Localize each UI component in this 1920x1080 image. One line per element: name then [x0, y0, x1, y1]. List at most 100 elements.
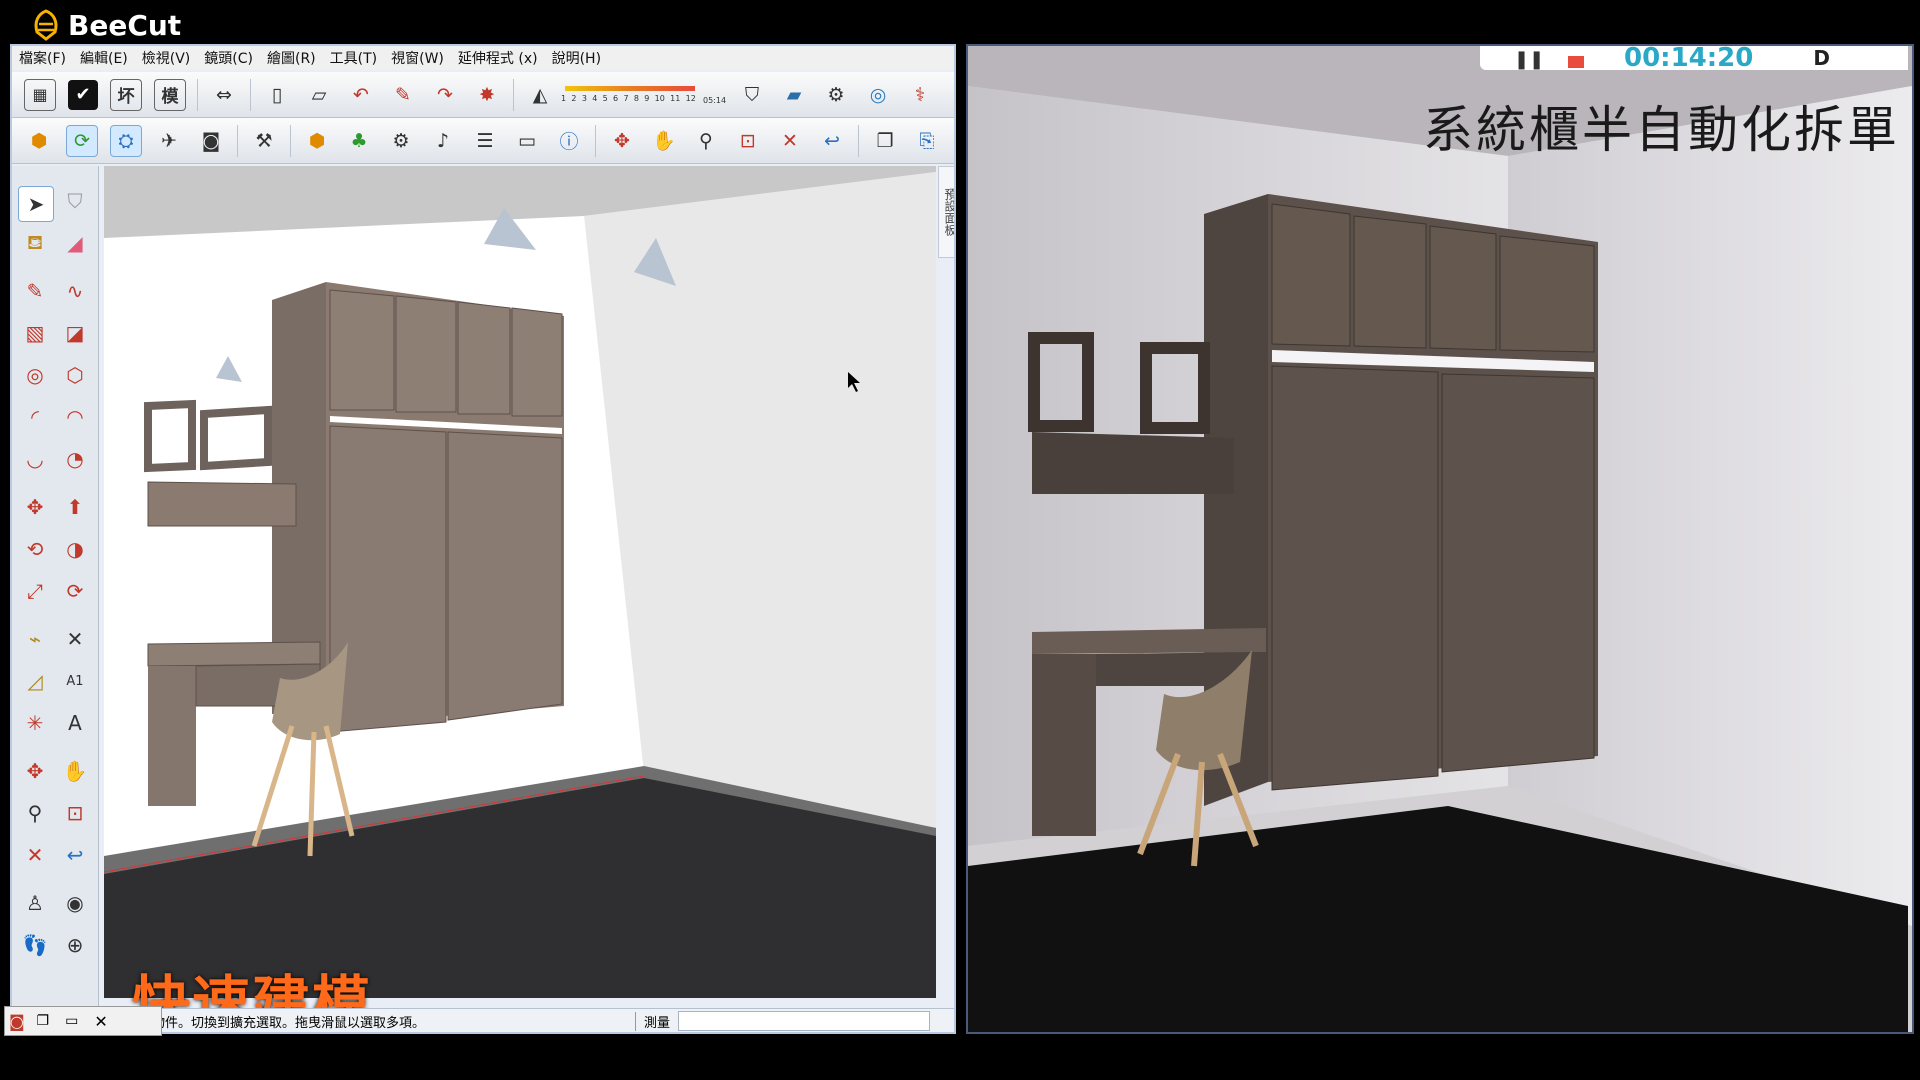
render-upper-door: [1353, 215, 1427, 349]
hammer-icon[interactable]: ⚒: [249, 126, 279, 156]
three-point-arc-icon[interactable]: ◡: [18, 442, 52, 476]
menu-edit[interactable]: 編輯(E): [73, 48, 135, 68]
text-tool-icon[interactable]: A1: [58, 664, 92, 698]
app-icon[interactable]: ◙: [9, 1012, 25, 1031]
axes-icon[interactable]: ✳: [18, 706, 52, 740]
layer-icon[interactable]: ⛭: [110, 124, 142, 157]
menu-extensions[interactable]: 延伸程式 (x): [451, 48, 545, 68]
menu-camera[interactable]: 鏡頭(C): [197, 48, 260, 68]
orbit-icon[interactable]: ✥: [607, 126, 637, 156]
export-icon[interactable]: ⎘: [912, 126, 942, 156]
page-icon[interactable]: ▯: [262, 80, 292, 110]
menu-file[interactable]: 檔案(F): [12, 48, 73, 68]
scale-icon[interactable]: ⤢: [18, 574, 52, 608]
zoom-extents-tool-icon[interactable]: ✕: [18, 838, 52, 872]
eraser-icon[interactable]: ◭: [525, 80, 555, 110]
push-pull-icon[interactable]: ⬆: [58, 490, 92, 524]
shadow-time-ruler[interactable]: 1 2 3 4 5 6 7 8 9 10 11 12 05:14: [561, 80, 731, 110]
select-arrow-icon[interactable]: ➤: [18, 186, 54, 222]
settings-icon[interactable]: ⚙: [386, 126, 416, 156]
pause-icon[interactable]: ❚❚: [1480, 49, 1548, 70]
tree-icon[interactable]: ♣: [344, 126, 374, 156]
walk-icon[interactable]: 👣: [18, 928, 52, 962]
component-tool-icon[interactable]: ⛉: [58, 184, 92, 218]
eraser-tool-icon[interactable]: ◢: [58, 226, 92, 260]
close-icon[interactable]: ✕: [94, 1012, 107, 1031]
scene-icon[interactable]: ✈: [154, 126, 184, 156]
render-title: 系統櫃半自動化拆單: [1423, 101, 1900, 159]
polygon-icon[interactable]: ⬡: [58, 358, 92, 392]
camera-icon[interactable]: ⚙: [821, 80, 851, 110]
restore-icon[interactable]: ❐: [37, 1013, 50, 1029]
room-model-drawing: [104, 166, 936, 998]
menu-window[interactable]: 視窗(W): [384, 48, 451, 68]
protractor-icon[interactable]: ◿: [18, 664, 52, 698]
arc-icon[interactable]: ◜: [18, 400, 52, 434]
previous-view-icon[interactable]: ↩: [817, 126, 847, 156]
edit-page-icon[interactable]: ✎: [388, 80, 418, 110]
add-component-icon[interactable]: ⬢: [302, 126, 332, 156]
3d-text-icon[interactable]: A: [58, 706, 92, 740]
default-panel-tab[interactable]: 預設面板: [938, 166, 954, 258]
sound-icon[interactable]: ♪: [428, 126, 458, 156]
component-box-icon[interactable]: ⬢: [24, 126, 54, 156]
previous-tool-icon[interactable]: ↩: [58, 838, 92, 872]
move-arrows-icon[interactable]: ⇔: [209, 80, 239, 110]
magnifier-icon[interactable]: ◎: [863, 80, 893, 110]
menu-draw[interactable]: 繪圖(R): [260, 48, 323, 68]
plugin-icon[interactable]: ⚕: [905, 80, 935, 110]
component-icon[interactable]: ✸: [472, 80, 502, 110]
position-camera-icon[interactable]: ♙: [18, 886, 52, 920]
model-icon[interactable]: 模: [154, 78, 186, 111]
info-icon[interactable]: ⓘ: [554, 126, 584, 156]
menu-help[interactable]: 說明(H): [545, 48, 608, 68]
rectangle-icon[interactable]: ▧: [18, 316, 52, 350]
two-point-arc-icon[interactable]: ◠: [58, 400, 92, 434]
pie-icon[interactable]: ◔: [58, 442, 92, 476]
refresh-icon[interactable]: ⟳: [66, 124, 98, 157]
offset-icon[interactable]: ⟳: [58, 574, 92, 608]
move-tool-icon[interactable]: ✥: [18, 490, 52, 524]
record-stop-icon[interactable]: [1568, 56, 1584, 68]
section-plane-icon[interactable]: ⊕: [58, 928, 92, 962]
dimension-icon[interactable]: ✕: [58, 622, 92, 656]
rotate-icon[interactable]: ⟲: [18, 532, 52, 566]
ring-icon[interactable]: 坏: [110, 78, 142, 111]
tape-measure-icon[interactable]: ⌁: [18, 622, 52, 656]
rotated-rectangle-icon[interactable]: ◪: [58, 316, 92, 350]
shield-icon[interactable]: ⛉: [737, 80, 767, 110]
minimize-icon[interactable]: ▭: [65, 1013, 78, 1029]
desk-leg: [148, 666, 196, 806]
pages-icon[interactable]: ❐: [870, 126, 900, 156]
upper-door: [457, 301, 511, 415]
pencil-icon[interactable]: ✎: [18, 274, 52, 308]
menu-tools[interactable]: 工具(T): [323, 48, 384, 68]
3d-viewport[interactable]: [104, 166, 936, 998]
zoom-window-tool-icon[interactable]: ⊡: [58, 796, 92, 830]
book-icon[interactable]: ▰: [779, 80, 809, 110]
render-desk-leg: [1032, 654, 1096, 836]
freehand-icon[interactable]: ∿: [58, 274, 92, 308]
zoom-window-icon[interactable]: ⊡: [733, 126, 763, 156]
look-around-icon[interactable]: ◉: [58, 886, 92, 920]
zoom-extents-icon[interactable]: ✕: [775, 126, 805, 156]
measure-input[interactable]: [678, 1011, 930, 1031]
check-icon[interactable]: ✔: [68, 79, 98, 110]
zoom-tool-icon[interactable]: ⚲: [18, 796, 52, 830]
render-desk-top: [1032, 628, 1266, 654]
undo-page-icon[interactable]: ↶: [346, 80, 376, 110]
menu-view[interactable]: 檢視(V): [135, 48, 198, 68]
pan-tool-icon[interactable]: ✋: [58, 754, 92, 788]
orbit-tool-icon[interactable]: ✥: [18, 754, 52, 788]
circle-icon[interactable]: ◎: [18, 358, 52, 392]
photo-icon[interactable]: ◙: [196, 126, 226, 156]
redo-page-icon[interactable]: ↷: [430, 80, 460, 110]
grid-icon[interactable]: ▦: [24, 78, 56, 111]
follow-me-icon[interactable]: ◑: [58, 532, 92, 566]
comment-icon[interactable]: ▭: [512, 126, 542, 156]
page-icon[interactable]: ▱: [304, 80, 334, 110]
sliders-icon[interactable]: ☰: [470, 126, 500, 156]
zoom-icon[interactable]: ⚲: [691, 126, 721, 156]
pan-hand-icon[interactable]: ✋: [649, 126, 679, 156]
paint-bucket-icon[interactable]: ⛾: [18, 226, 52, 260]
